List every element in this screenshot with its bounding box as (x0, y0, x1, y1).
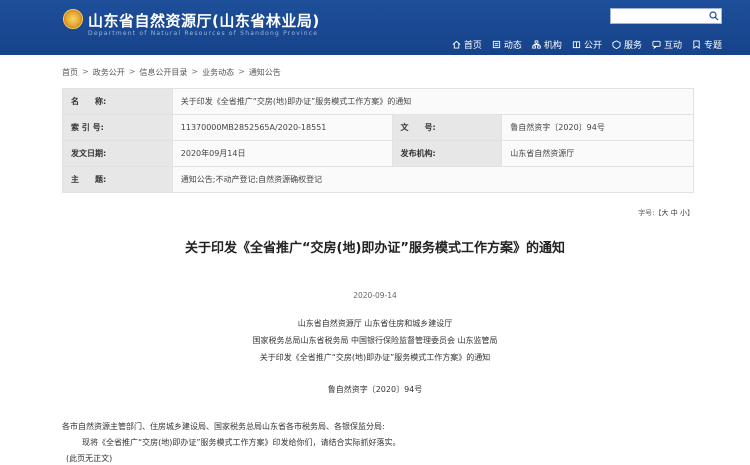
font-size-prefix: 字号:【 (638, 209, 662, 217)
breadcrumb: 首页 > 政务公开 > 信息公开目录 > 业务动态 > 通知公告 (62, 67, 281, 78)
nav-service-label: 服务 (623, 41, 642, 51)
nav-topic-label: 专题 (703, 41, 722, 51)
meta-row-name: 名 称: 关于印发《全省推广“交房(地)即办证”服务模式工作方案》的通知 (62, 88, 695, 115)
docno-value: 鲁自然资字〔2020〕94号 (501, 114, 694, 141)
breadcrumb-business[interactable]: 业务动态 (202, 67, 234, 78)
org-icon (532, 40, 541, 49)
name-value: 关于印发《全省推广“交房(地)即办证”服务模式工作方案》的通知 (171, 88, 695, 115)
org-label: 发布机构: (391, 140, 503, 167)
service-icon (612, 40, 621, 49)
nav-news-label: 动态 (503, 41, 522, 51)
site-subtitle: Department of Natural Resources of Shand… (88, 30, 319, 37)
font-size-small-button[interactable]: 小 (680, 209, 687, 217)
breadcrumb-separator: > (191, 67, 199, 76)
breadcrumb-separator: > (238, 67, 245, 76)
font-size-switcher: 字号:【大 中 小】 (638, 208, 694, 218)
breadcrumb-notices[interactable]: 通知公告 (249, 67, 281, 78)
org-value: 山东省自然资源厅 (501, 140, 694, 167)
emblem-icon (63, 9, 83, 29)
breadcrumb-home[interactable]: 首页 (62, 67, 78, 78)
nav-service[interactable]: 服务 (612, 38, 642, 51)
breadcrumb-separator: > (128, 67, 136, 76)
site-header: 山东省自然资源厅(山东省林业局) Department of Natural R… (0, 0, 750, 55)
document-footer-note: (此页无正文) (66, 454, 113, 463)
font-size-large-button[interactable]: 大 (662, 209, 669, 217)
site-title[interactable]: 山东省自然资源厅(山东省林业局) (88, 10, 320, 31)
document-body: 现将《全省推广“交房(地)即办证”服务模式工作方案》印发给你们，请结合实际抓好落… (82, 438, 401, 447)
nav-chat-label: 互动 (663, 41, 682, 51)
nav-open-label: 公开 (583, 41, 602, 51)
name-label: 名 称: (62, 88, 173, 115)
meta-row-index: 索 引 号: 11370000MB2852565A/2020-18551 文 号… (62, 114, 694, 141)
document-date: 2020-09-14 (353, 291, 397, 300)
topic-icon (693, 40, 700, 49)
nav-news[interactable]: 动态 (492, 38, 522, 51)
document-title: 关于印发《全省推广“交房(地)即办证”服务模式工作方案》的通知 (185, 241, 565, 256)
nav-open[interactable]: 公开 (572, 38, 602, 51)
news-icon (492, 40, 501, 49)
nav-org[interactable]: 机构 (532, 38, 562, 51)
open-icon (572, 41, 581, 49)
font-size-suffix: 】 (687, 209, 694, 217)
home-icon (452, 40, 461, 49)
index-value: 11370000MB2852565A/2020-18551 (171, 114, 393, 141)
breadcrumb-catalog[interactable]: 信息公开目录 (139, 67, 187, 78)
search-icon[interactable] (709, 11, 719, 21)
chat-icon (652, 40, 661, 49)
subject-value: 通知公告;不动产登记;自然资源确权登记 (171, 166, 695, 193)
nav-topic[interactable]: 专题 (692, 38, 722, 51)
subject-label: 主 题: (62, 166, 173, 193)
date-label: 发文日期: (62, 140, 173, 167)
index-label: 索 引 号: (62, 114, 173, 141)
search-input[interactable] (610, 8, 722, 24)
breadcrumb-gov-open[interactable]: 政务公开 (93, 67, 125, 78)
date-value: 2020年09月14日 (171, 140, 393, 167)
docno-label: 文 号: (391, 114, 503, 141)
font-size-medium-button[interactable]: 中 (671, 209, 678, 217)
main-nav: 首页 动态 机构 公开 服务 互动 专题 (452, 38, 722, 51)
document-recipients: 各市自然资源主管部门、住房城乡建设局、国家税务总局山东省各市税务局、各银保监分局… (62, 422, 385, 431)
document-meta-table: 名 称: 关于印发《全省推广“交房(地)即办证”服务模式工作方案》的通知 索 引… (62, 88, 695, 193)
breadcrumb-separator: > (82, 67, 89, 76)
nav-org-label: 机构 (543, 41, 562, 51)
nav-home[interactable]: 首页 (452, 38, 482, 51)
nav-chat[interactable]: 互动 (652, 38, 682, 51)
sender-line-1: 山东省自然资源厅 山东省住房和城乡建设厅 (297, 319, 453, 328)
sender-line-3: 关于印发《全省推广“交房(地)即办证”服务模式工作方案》的通知 (259, 353, 491, 362)
document-number: 鲁自然资字〔2020〕94号 (327, 385, 423, 394)
nav-home-label: 首页 (463, 41, 482, 51)
meta-row-subject: 主 题: 通知公告;不动产登记;自然资源确权登记 (62, 166, 695, 193)
sender-line-2: 国家税务总局山东省税务局 中国银行保险监督管理委员会 山东监管局 (252, 336, 498, 345)
meta-row-date: 发文日期: 2020年09月14日 发布机构: 山东省自然资源厅 (62, 140, 694, 167)
